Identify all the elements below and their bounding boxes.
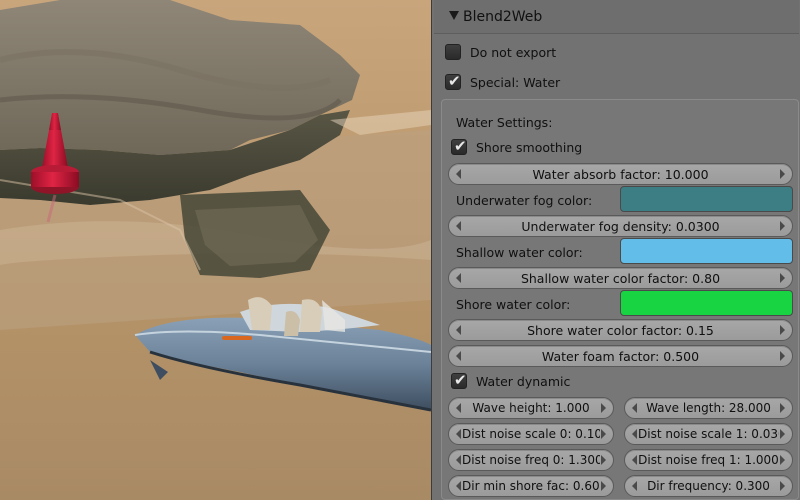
checkbox-box[interactable]: ✔ bbox=[451, 137, 467, 155]
field-text: Water absorb factor: 10.000 bbox=[532, 167, 709, 182]
checkbox-box[interactable] bbox=[445, 44, 461, 60]
checkmark-icon: ✔ bbox=[454, 371, 467, 389]
special-water-label: Special: Water bbox=[470, 75, 561, 90]
3d-viewport[interactable] bbox=[0, 0, 431, 500]
panel-header[interactable]: Blend2Web bbox=[434, 0, 799, 34]
arrow-right-icon[interactable] bbox=[601, 481, 606, 491]
water-absorb-factor-field[interactable]: Water absorb factor: 10.000 bbox=[448, 163, 793, 185]
arrow-right-icon[interactable] bbox=[780, 273, 785, 283]
arrow-left-icon[interactable] bbox=[456, 455, 461, 465]
arrow-right-icon[interactable] bbox=[780, 481, 785, 491]
dir-min-shore-fac-field[interactable]: Dir min shore fac: 0.600 bbox=[448, 475, 614, 497]
underwater-fog-density-field[interactable]: Underwater fog density: 0.0300 bbox=[448, 215, 793, 237]
arrow-left-icon[interactable] bbox=[632, 403, 637, 413]
shallow-water-color-label: Shallow water color: bbox=[456, 245, 583, 260]
do-not-export-checkbox[interactable]: Do not export bbox=[445, 44, 645, 64]
special-water-checkbox[interactable]: ✔ Special: Water bbox=[445, 72, 645, 94]
arrow-left-icon[interactable] bbox=[456, 325, 461, 335]
shallow-water-color-factor-field[interactable]: Shallow water color factor: 0.80 bbox=[448, 267, 793, 289]
field-text: Shallow water color factor: 0.80 bbox=[520, 271, 721, 286]
arrow-right-icon[interactable] bbox=[601, 429, 606, 439]
wave-height-field[interactable]: Wave height: 1.000 bbox=[448, 397, 614, 419]
shore-smoothing-label: Shore smoothing bbox=[476, 140, 583, 155]
shallow-water-color-swatch[interactable] bbox=[620, 238, 793, 264]
water-settings-label: Water Settings: bbox=[456, 115, 553, 130]
field-text: Shore water color factor: 0.15 bbox=[527, 323, 714, 338]
arrow-right-icon[interactable] bbox=[601, 455, 606, 465]
water-dynamic-checkbox[interactable]: ✔ Water dynamic bbox=[451, 371, 651, 393]
arrow-right-icon[interactable] bbox=[601, 403, 606, 413]
triangle-down-icon[interactable] bbox=[449, 11, 459, 20]
shore-water-color-swatch[interactable] bbox=[620, 290, 793, 316]
underwater-fog-color-label: Underwater fog color: bbox=[456, 193, 593, 208]
field-text: Dist noise freq 1: 1.000 bbox=[638, 453, 779, 467]
shore-water-color-factor-field[interactable]: Shore water color factor: 0.15 bbox=[448, 319, 793, 341]
arrow-right-icon[interactable] bbox=[780, 221, 785, 231]
field-text: Water foam factor: 0.500 bbox=[541, 349, 700, 364]
arrow-right-icon[interactable] bbox=[780, 403, 785, 413]
dist-noise-scale-0-field[interactable]: Dist noise scale 0: 0.100 bbox=[448, 423, 614, 445]
scene-render bbox=[0, 0, 431, 412]
arrow-right-icon[interactable] bbox=[780, 455, 785, 465]
checkmark-icon: ✔ bbox=[448, 72, 461, 90]
dist-noise-scale-1-field[interactable]: Dist noise scale 1: 0.030 bbox=[624, 423, 793, 445]
field-text: Dir frequency: 0.300 bbox=[647, 479, 770, 493]
field-text: Dist noise freq 0: 1.300 bbox=[462, 453, 600, 467]
dist-noise-freq-1-field[interactable]: Dist noise freq 1: 1.000 bbox=[624, 449, 793, 471]
field-text: Dir min shore fac: 0.600 bbox=[462, 479, 600, 493]
water-dynamic-label: Water dynamic bbox=[476, 374, 571, 389]
arrow-left-icon[interactable] bbox=[632, 455, 637, 465]
arrow-left-icon[interactable] bbox=[456, 351, 461, 361]
arrow-left-icon[interactable] bbox=[456, 169, 461, 179]
panel-title: Blend2Web bbox=[463, 9, 543, 25]
arrow-right-icon[interactable] bbox=[780, 169, 785, 179]
arrow-right-icon[interactable] bbox=[780, 325, 785, 335]
water-foam-factor-field[interactable]: Water foam factor: 0.500 bbox=[448, 345, 793, 367]
dist-noise-freq-0-field[interactable]: Dist noise freq 0: 1.300 bbox=[448, 449, 614, 471]
field-text: Wave height: 1.000 bbox=[472, 401, 590, 415]
arrow-left-icon[interactable] bbox=[456, 403, 461, 413]
arrow-left-icon[interactable] bbox=[456, 481, 461, 491]
underwater-fog-color-swatch[interactable] bbox=[620, 186, 793, 212]
shore-water-color-label: Shore water color: bbox=[456, 297, 571, 312]
field-text: Wave length: 28.000 bbox=[646, 401, 771, 415]
do-not-export-label: Do not export bbox=[470, 45, 557, 60]
dir-frequency-field[interactable]: Dir frequency: 0.300 bbox=[624, 475, 793, 497]
shore-smoothing-checkbox[interactable]: ✔ Shore smoothing bbox=[451, 137, 651, 159]
wave-length-field[interactable]: Wave length: 28.000 bbox=[624, 397, 793, 419]
arrow-left-icon[interactable] bbox=[456, 273, 461, 283]
arrow-right-icon[interactable] bbox=[780, 351, 785, 361]
checkmark-icon: ✔ bbox=[454, 137, 467, 155]
checkbox-box[interactable]: ✔ bbox=[451, 371, 467, 389]
field-text: Dist noise scale 1: 0.030 bbox=[638, 427, 779, 441]
field-text: Dist noise scale 0: 0.100 bbox=[462, 427, 600, 441]
arrow-left-icon[interactable] bbox=[632, 429, 637, 439]
arrow-left-icon[interactable] bbox=[456, 429, 461, 439]
arrow-left-icon[interactable] bbox=[632, 481, 637, 491]
arrow-right-icon[interactable] bbox=[780, 429, 785, 439]
arrow-left-icon[interactable] bbox=[456, 221, 461, 231]
checkbox-box[interactable]: ✔ bbox=[445, 72, 461, 90]
field-text: Underwater fog density: 0.0300 bbox=[521, 219, 720, 234]
